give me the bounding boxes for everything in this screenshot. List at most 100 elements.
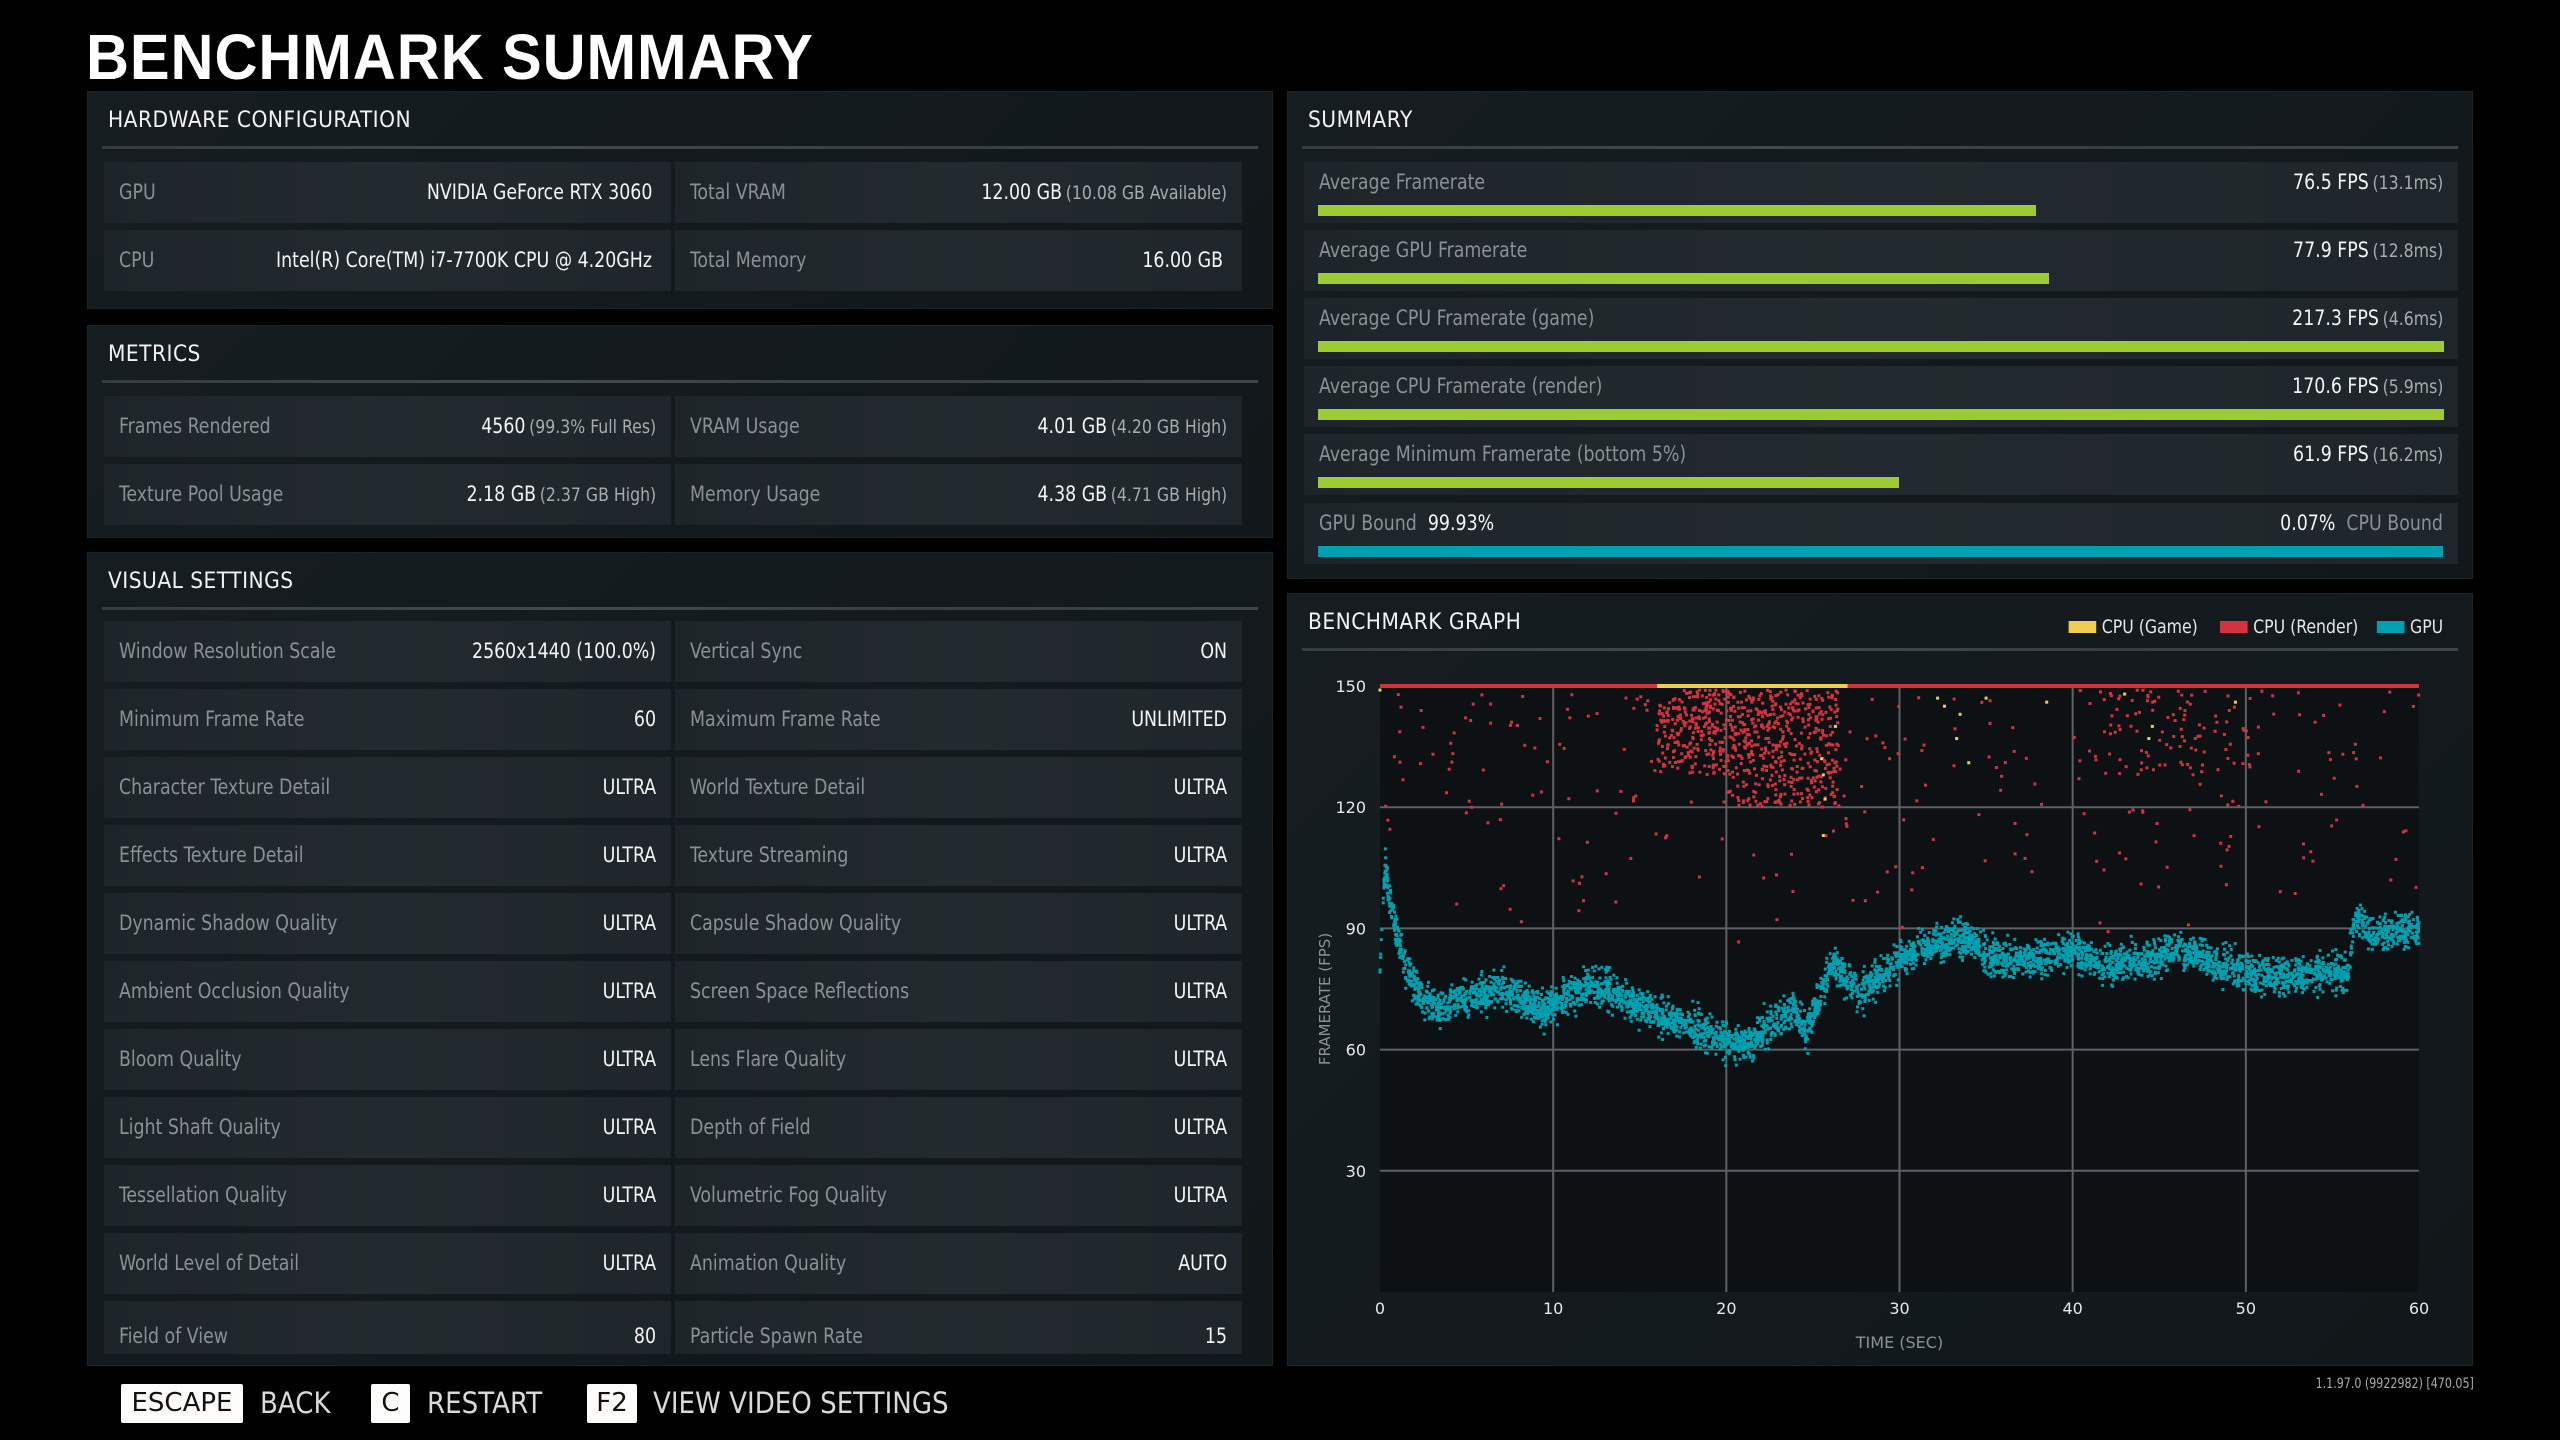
cpu-render-point — [2389, 878, 2393, 882]
cpu-render-point — [1798, 757, 1802, 761]
gpu-point — [1887, 968, 1891, 972]
cpu-render-point — [1659, 770, 1663, 774]
cpu-render-point — [1881, 741, 1885, 745]
cpu-render-point — [1779, 792, 1783, 796]
gpu-point — [2357, 917, 2361, 921]
cpu-render-point — [2109, 732, 2113, 736]
cpu-render-point — [1744, 783, 1748, 787]
gpu-point — [2033, 970, 2037, 974]
cpu-render-point — [1737, 754, 1741, 758]
gpu-point — [1656, 1018, 1660, 1022]
cpu-render-point — [1399, 705, 1403, 709]
gpu-point — [1663, 1023, 1667, 1027]
gpu-point — [1905, 961, 1909, 965]
cpu-render-point — [1746, 799, 1750, 803]
gpu-point — [2318, 987, 2322, 991]
cpu-render-point — [1723, 736, 1727, 740]
gpu-point — [1642, 1005, 1646, 1009]
cpu-render-point — [2180, 763, 2184, 767]
cpu-game-point — [2045, 700, 2049, 704]
cpu-render-point — [1738, 690, 1742, 694]
gpu-point — [1719, 1030, 1723, 1034]
gpu-point — [2081, 953, 2085, 957]
gpu-point — [1825, 960, 1829, 964]
gpu-point — [2026, 961, 2030, 965]
cpu-render-point — [1833, 802, 1837, 806]
cpu-render-point — [1743, 728, 1747, 732]
cpu-render-point — [1680, 752, 1684, 756]
cpu-render-point — [2232, 761, 2236, 765]
gpu-point — [2293, 984, 2297, 988]
gpu-point — [2351, 927, 2355, 931]
gpu-point — [2055, 959, 2059, 963]
cpu-render-point — [1718, 746, 1722, 750]
gpu-point — [1640, 1015, 1644, 1019]
cpu-render-point — [1761, 701, 1765, 705]
gpu-point — [1630, 1004, 1634, 1008]
gpu-point — [2201, 943, 2205, 947]
gpu-point — [1697, 1007, 1701, 1011]
gpu-point — [2036, 967, 2040, 971]
cpu-render-point — [2214, 714, 2218, 718]
gpu-point — [1646, 990, 1650, 994]
gpu-point — [1645, 1020, 1649, 1024]
gpu-point — [2260, 995, 2264, 999]
cpu-render-point — [1748, 696, 1752, 700]
cpu-render-point — [1790, 753, 1794, 757]
cpu-render-point — [1870, 697, 1874, 701]
cpu-render-point — [1421, 725, 1425, 729]
cpu-render-point — [1653, 769, 1657, 773]
gpu-point — [1693, 1024, 1697, 1028]
cpu-render-point — [1683, 710, 1687, 714]
gpu-point — [1532, 994, 1536, 998]
gpu-point — [1861, 970, 1865, 974]
cpu-render-point — [1779, 708, 1783, 712]
cpu-render-point — [1684, 755, 1688, 759]
gpu-point — [1884, 978, 1888, 982]
cpu-render-point — [1832, 795, 1836, 799]
cpu-render-point — [2139, 768, 2143, 772]
cpu-render-point — [2093, 754, 2097, 758]
cpu-render-point — [1730, 718, 1734, 722]
cpu-render-point — [1668, 701, 1672, 705]
gpu-point — [1975, 933, 1979, 937]
cpu-render-point — [1779, 727, 1783, 731]
gpu-point — [2334, 962, 2338, 966]
cpu-render-point — [1666, 743, 1670, 747]
gpu-point — [1774, 1010, 1778, 1014]
cpu-render-point — [1688, 696, 1692, 700]
cpu-render-point — [1782, 778, 1786, 782]
gpu-point — [1423, 1011, 1427, 1015]
gpu-point — [2094, 948, 2098, 952]
cpu-render-point — [1778, 744, 1782, 748]
gpu-point — [1470, 980, 1474, 984]
cpu-render-point — [1784, 745, 1788, 749]
cpu-render-point — [1731, 775, 1735, 779]
cpu-render-point — [2098, 921, 2102, 925]
gpu-point — [1655, 1003, 1659, 1007]
gpu-point — [2198, 968, 2202, 972]
gpu-point — [2011, 976, 2015, 980]
cpu-render-point — [1746, 728, 1750, 732]
cpu-render-point — [1689, 741, 1693, 745]
cpu-render-point — [1704, 701, 1708, 705]
cpu-render-point — [1450, 760, 1454, 764]
cpu-render-point — [1447, 767, 1451, 771]
cpu-render-point — [1720, 837, 1724, 841]
gpu-point — [1678, 1035, 1682, 1039]
cpu-render-point — [2125, 714, 2129, 718]
gpu-point — [2155, 960, 2159, 964]
gpu-point — [1625, 981, 1629, 985]
cpu-render-point — [2099, 690, 2103, 694]
cpu-render-point — [1792, 792, 1796, 796]
cpu-render-point — [1449, 741, 1453, 745]
cpu-render-point — [1794, 744, 1798, 748]
gpu-point — [1460, 994, 1464, 998]
gpu-point — [1834, 969, 1838, 973]
gpu-point — [1927, 931, 1931, 935]
cpu-render-point — [1533, 746, 1537, 750]
cpu-render-point — [1723, 697, 1727, 701]
gpu-point — [1989, 971, 1993, 975]
cpu-render-point — [1684, 721, 1688, 725]
gpu-point — [1940, 935, 1944, 939]
